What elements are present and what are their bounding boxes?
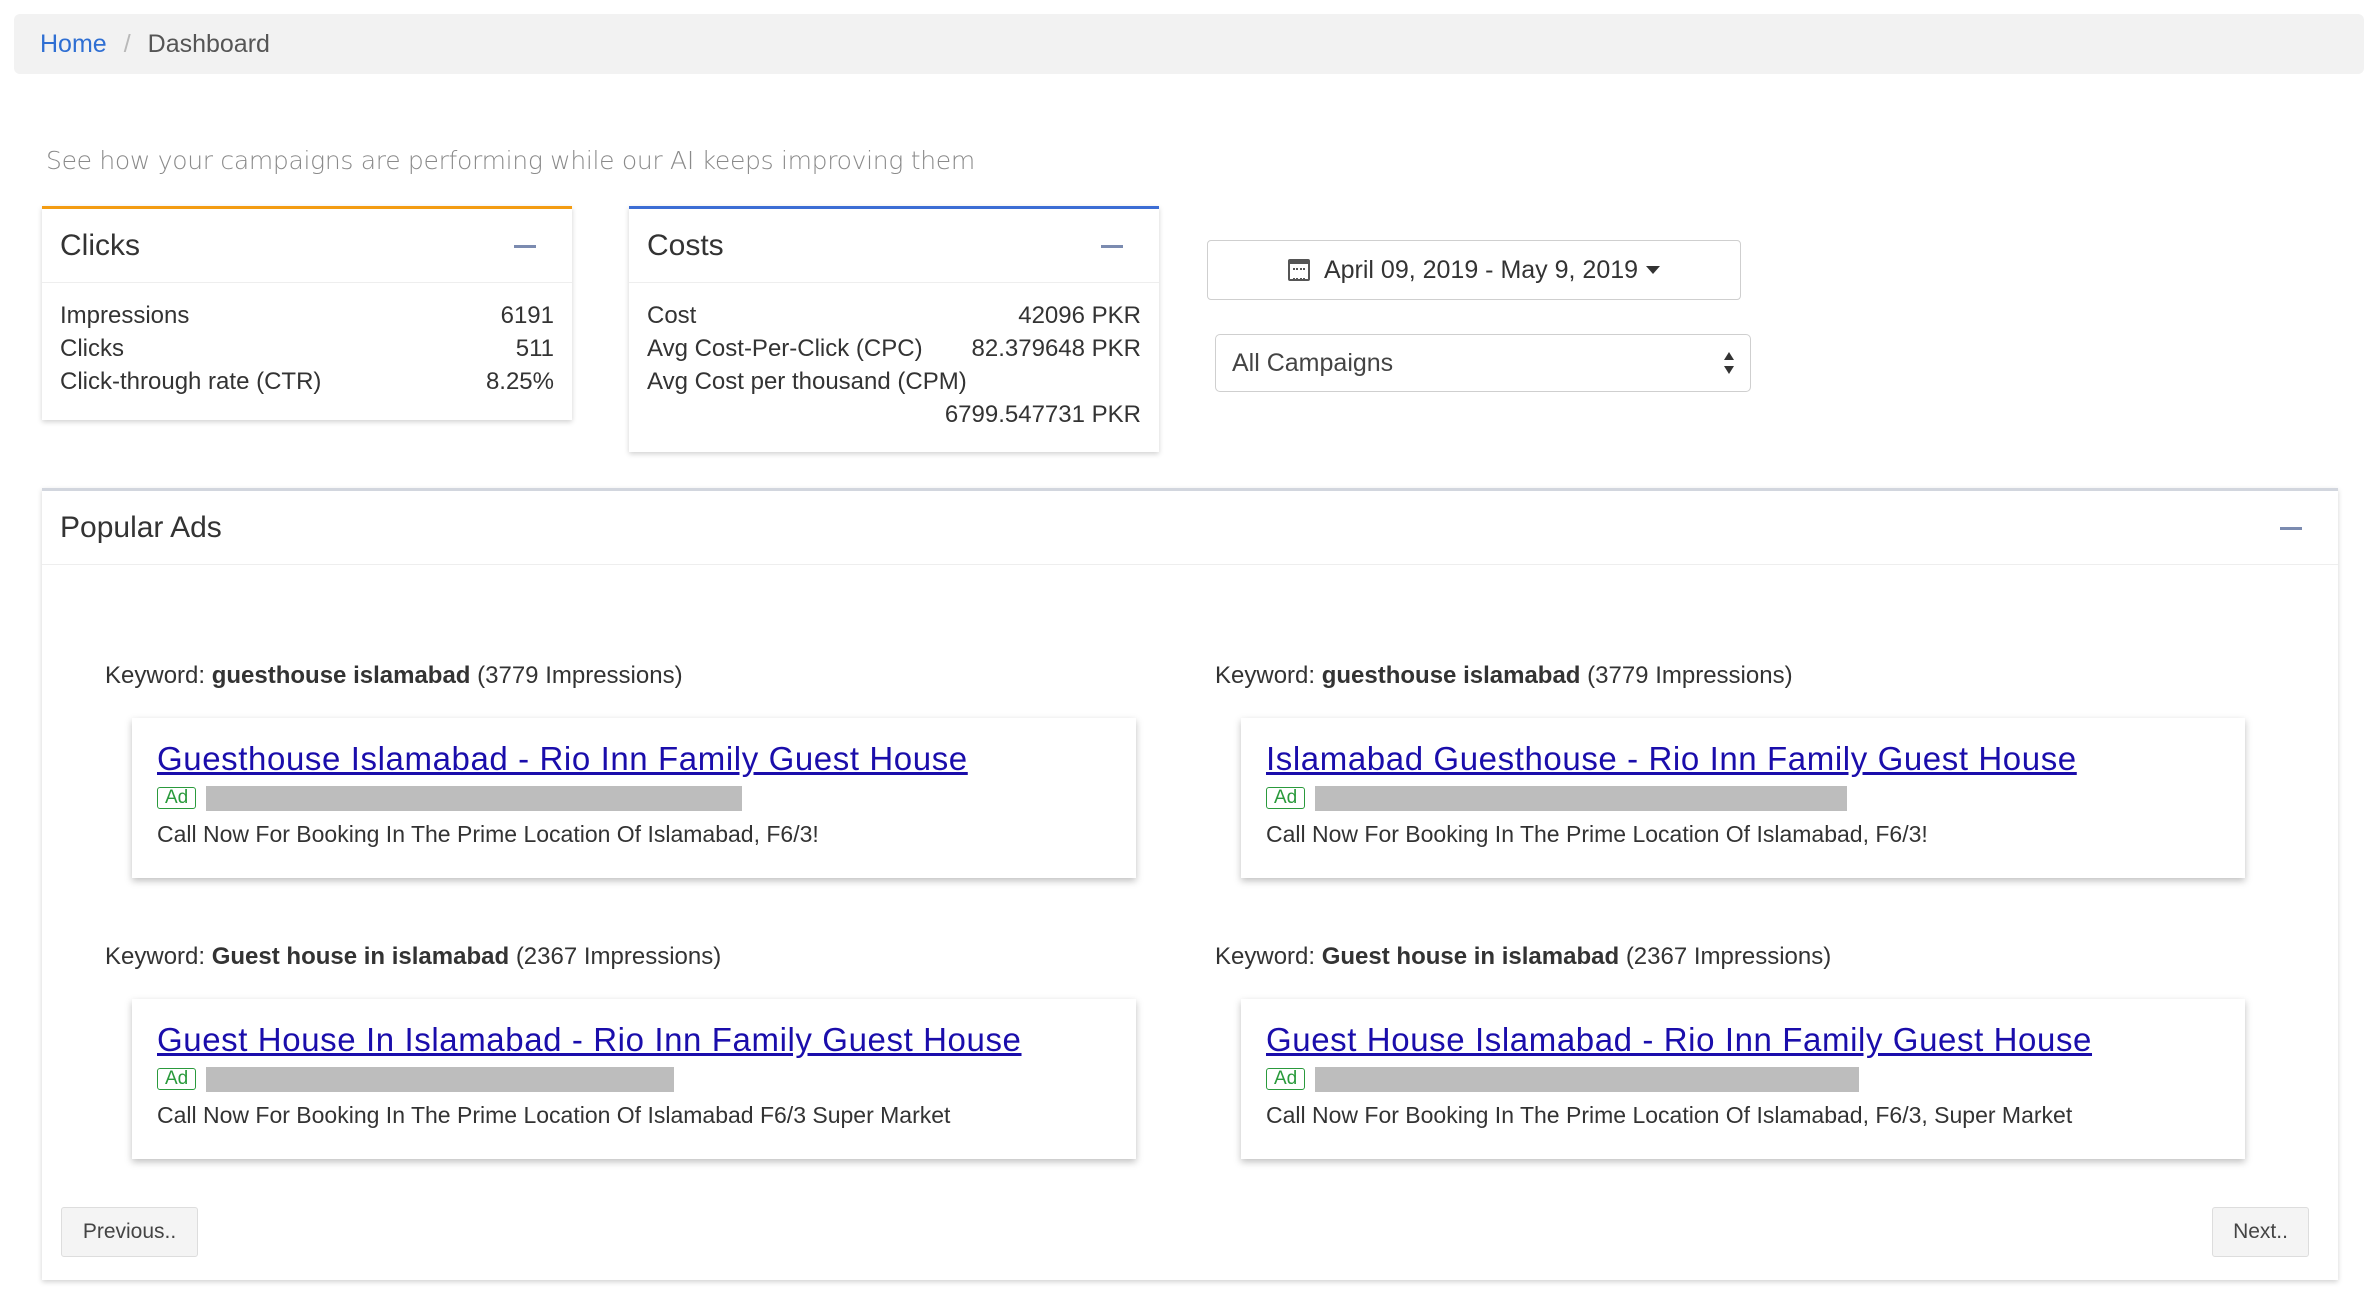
redacted-url [206, 785, 743, 811]
select-arrows-icon [1724, 352, 1734, 376]
stat-label: Impressions [60, 302, 190, 329]
calendar-icon [1287, 259, 1310, 281]
breadcrumb-current: Dashboard [147, 29, 270, 58]
clicks-box-header: Clicks [42, 209, 572, 283]
ad-title-link[interactable]: Guesthouse Islamabad - Rio Inn Family Gu… [157, 740, 1111, 778]
stat-value: 511 [515, 335, 554, 362]
keyword-text: guesthouse islamabad [1321, 662, 1581, 689]
stat-value: 8.25% [485, 368, 554, 395]
ad-keyword: Keyword: Guest house in islamabad (2367 … [1215, 943, 1831, 971]
ad-title-link[interactable]: Islamabad Guesthouse - Rio Inn Family Gu… [1266, 740, 2220, 778]
ad-card: Guesthouse Islamabad - Rio Inn Family Gu… [132, 718, 1136, 878]
ad-badge: Ad [157, 787, 197, 809]
keyword-text: guesthouse islamabad [211, 662, 471, 689]
stat-value: 82.379648 PKR [971, 335, 1141, 362]
campaign-select-value: All Campaigns [1232, 348, 1394, 377]
ad-badge: Ad [1266, 1068, 1306, 1090]
keyword-impressions: (2367 Impressions) [515, 943, 722, 970]
stat-row-cpc: Avg Cost-Per-Click (CPC) 82.379648 PKR [647, 332, 1141, 365]
stat-label: Click-through rate (CTR) [60, 368, 322, 395]
page-subtitle: See how your campaigns are performing wh… [46, 146, 975, 175]
ad-badge: Ad [157, 1068, 197, 1090]
popular-ads-box: Popular Ads [42, 488, 2338, 1280]
ad-url-row: Ad [1266, 1066, 2220, 1092]
ad-description: Call Now For Booking In The Prime Locati… [1266, 821, 1928, 847]
stat-row-impressions: Impressions 6191 [60, 299, 554, 332]
stat-label: Cost [647, 302, 697, 329]
keyword-prefix: Keyword: [105, 943, 206, 970]
ad-url-row: Ad [157, 785, 1111, 811]
stat-row-clicks: Clicks 511 [60, 332, 554, 365]
clicks-box: Clicks Impressions 6191 Clicks 511 Click… [42, 206, 572, 420]
breadcrumb-separator: / [123, 29, 131, 58]
popular-ads-title: Popular Ads [60, 510, 222, 544]
stat-row-cpm: Avg Cost per thousand (CPM) [647, 365, 1141, 398]
redacted-url [1315, 1066, 1860, 1092]
keyword-text: Guest house in islamabad [211, 943, 510, 970]
redacted-url [206, 1066, 675, 1092]
clicks-box-title: Clicks [60, 228, 140, 262]
keyword-impressions: (3779 Impressions) [1587, 662, 1793, 689]
ad-title-link[interactable]: Guest House In Islamabad - Rio Inn Famil… [157, 1021, 1111, 1059]
redacted-url [1315, 785, 1848, 811]
breadcrumb-home-link[interactable]: Home [40, 30, 107, 59]
next-button[interactable]: Next.. [2212, 1207, 2309, 1257]
keyword-prefix: Keyword: [1215, 943, 1316, 970]
keyword-impressions: (2367 Impressions) [1625, 943, 1832, 970]
keyword-prefix: Keyword: [105, 662, 206, 689]
ad-description: Call Now For Booking In The Prime Locati… [157, 821, 819, 847]
stat-value: 42096 PKR [1018, 302, 1141, 329]
ad-card: Guest House In Islamabad - Rio Inn Famil… [132, 999, 1136, 1159]
stat-row-cpm-value: 6799.547731 PKR [647, 398, 1141, 431]
ad-description: Call Now For Booking In The Prime Locati… [1266, 1102, 2073, 1128]
keyword-text: Guest house in islamabad [1321, 943, 1620, 970]
ad-description: Call Now For Booking In The Prime Locati… [157, 1102, 951, 1128]
ad-url-row: Ad [157, 1066, 1111, 1092]
collapse-icon[interactable] [514, 245, 536, 248]
date-range-button[interactable]: April 09, 2019 - May 9, 2019 [1207, 240, 1741, 300]
costs-box-header: Costs [629, 209, 1159, 283]
costs-stats: Cost 42096 PKR Avg Cost-Per-Click (CPC) … [629, 283, 1159, 431]
collapse-icon[interactable] [1101, 245, 1123, 248]
campaign-select[interactable]: All Campaigns [1215, 334, 1751, 392]
stat-value: 6191 [500, 302, 554, 329]
stat-row-cost: Cost 42096 PKR [647, 299, 1141, 332]
ad-keyword: Keyword: guesthouse islamabad (3779 Impr… [105, 662, 683, 690]
popular-ads-header: Popular Ads [42, 491, 2338, 565]
keyword-impressions: (3779 Impressions) [477, 662, 683, 689]
previous-button[interactable]: Previous.. [61, 1207, 198, 1257]
stat-value: 6799.547731 PKR [944, 401, 1141, 428]
stat-label: Avg Cost per thousand (CPM) [647, 368, 967, 395]
ad-url-row: Ad [1266, 785, 2220, 811]
ad-badge: Ad [1266, 787, 1306, 809]
breadcrumb: Home / Dashboard [14, 14, 2364, 74]
clicks-stats: Impressions 6191 Clicks 511 Click-throug… [42, 283, 572, 398]
date-range-label: April 09, 2019 - May 9, 2019 [1323, 255, 1639, 284]
caret-down-icon [1646, 266, 1661, 274]
costs-box-title: Costs [647, 228, 724, 262]
ad-card: Guest House Islamabad - Rio Inn Family G… [1241, 999, 2245, 1159]
stat-row-ctr: Click-through rate (CTR) 8.25% [60, 365, 554, 398]
ad-title-link[interactable]: Guest House Islamabad - Rio Inn Family G… [1266, 1021, 2220, 1059]
keyword-prefix: Keyword: [1215, 662, 1316, 689]
ad-keyword: Keyword: guesthouse islamabad (3779 Impr… [1215, 662, 1793, 690]
stat-label: Clicks [60, 335, 124, 362]
stat-label: Avg Cost-Per-Click (CPC) [647, 335, 923, 362]
ad-keyword: Keyword: Guest house in islamabad (2367 … [105, 943, 721, 971]
collapse-icon[interactable] [2280, 527, 2302, 530]
ad-card: Islamabad Guesthouse - Rio Inn Family Gu… [1241, 718, 2245, 878]
costs-box: Costs Cost 42096 PKR Avg Cost-Per-Click … [629, 206, 1159, 452]
